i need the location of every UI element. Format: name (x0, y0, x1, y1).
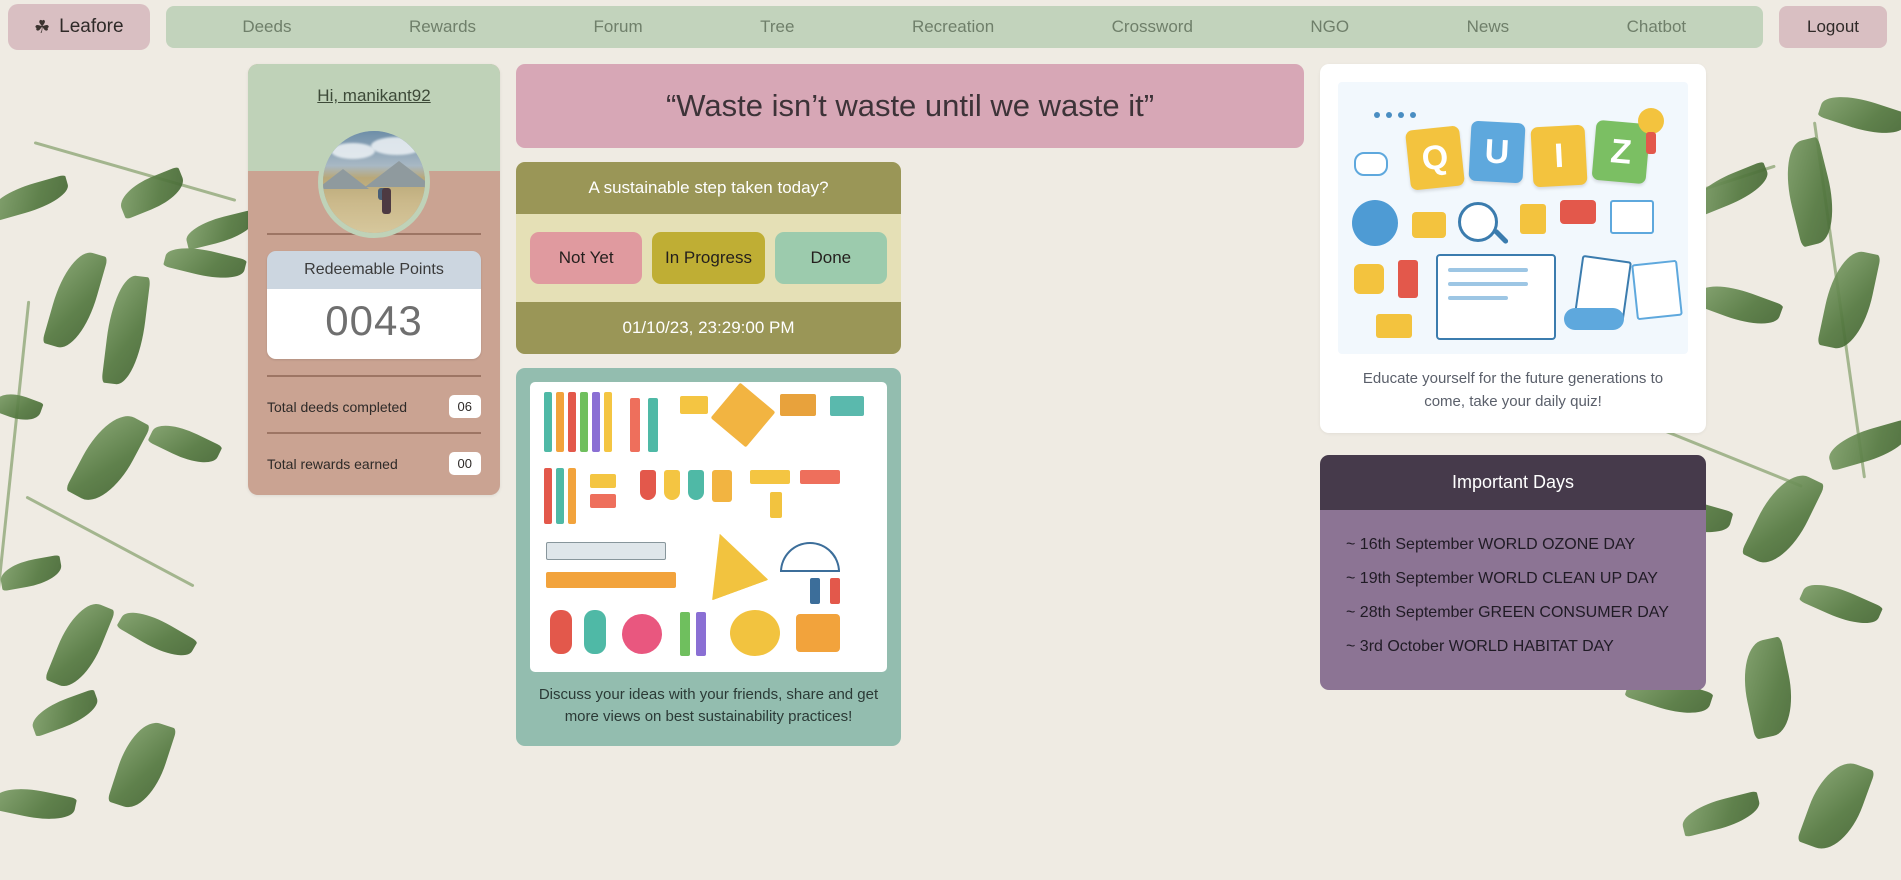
nav-item-rewards[interactable]: Rewards (409, 17, 476, 37)
important-days-list: ~ 16th September WORLD OZONE DAY ~ 19th … (1320, 510, 1706, 690)
nav-links-container: Deeds Rewards Forum Tree Recreation Cros… (165, 6, 1763, 48)
sustainable-step-card: A sustainable step taken today? Not Yet … (516, 162, 901, 354)
stat-label-rewards: Total rewards earned (267, 455, 398, 472)
nav-item-news[interactable]: News (1467, 17, 1510, 37)
quote-banner: “Waste isn’t waste until we waste it” (516, 64, 1304, 148)
redeemable-points-label: Redeemable Points (267, 251, 481, 289)
nav-item-crossword[interactable]: Crossword (1112, 17, 1193, 37)
leaf-icon: ☘ (34, 17, 51, 37)
forum-card[interactable]: Discuss your ideas with your friends, sh… (516, 368, 901, 746)
quiz-illustration: Q U I Z (1338, 82, 1688, 354)
important-days-card: Important Days ~ 16th September WORLD OZ… (1320, 455, 1706, 690)
quiz-tile-u: U (1468, 120, 1526, 184)
important-day-item: ~ 16th September WORLD OZONE DAY (1346, 536, 1636, 553)
profile-card: Hi, manikant92 Redeemable Points 0043 To… (248, 64, 500, 495)
quiz-tile-i: I (1530, 124, 1588, 188)
important-day-item: ~ 3rd October WORLD HABITAT DAY (1346, 638, 1614, 655)
stat-value-rewards: 00 (448, 452, 481, 475)
status-button-done[interactable]: Done (774, 232, 887, 284)
redeemable-points-value: 0043 (267, 289, 481, 359)
quiz-caption: Educate yourself for the future generati… (1362, 370, 1664, 410)
important-days-title: Important Days (1320, 455, 1706, 510)
forum-caption: Discuss your ideas with your friends, sh… (538, 686, 879, 725)
sustainable-step-buttons: Not Yet In Progress Done (516, 214, 901, 302)
important-day-item: ~ 28th September GREEN CONSUMER DAY (1346, 604, 1669, 621)
sustainable-step-timestamp: 01/10/23, 23:29:00 PM (516, 302, 901, 354)
center-column: “Waste isn’t waste until we waste it” A … (516, 64, 1304, 746)
quiz-tile-q: Q (1405, 125, 1465, 191)
profile-header: Hi, manikant92 (248, 64, 500, 238)
nav-item-recreation[interactable]: Recreation (912, 17, 994, 37)
status-button-not-yet[interactable]: Not Yet (530, 232, 643, 284)
main-content: Hi, manikant92 Redeemable Points 0043 To… (0, 54, 1901, 746)
stat-value-deeds: 06 (448, 395, 481, 418)
brand-logo-button[interactable]: ☘ Leafore (8, 4, 150, 50)
quote-text: “Waste isn’t waste until we waste it” (665, 88, 1155, 123)
divider-bottom (267, 432, 481, 434)
nav-item-tree[interactable]: Tree (760, 17, 794, 37)
stat-label-deeds: Total deeds completed (267, 398, 408, 415)
logout-button[interactable]: Logout (1779, 6, 1887, 48)
nav-item-forum[interactable]: Forum (594, 17, 643, 37)
profile-greeting[interactable]: Hi, manikant92 (317, 86, 430, 105)
sustainable-step-title: A sustainable step taken today? (516, 162, 901, 214)
stat-row-rewards: Total rewards earned 00 (267, 448, 481, 475)
redeemable-points-box: Redeemable Points 0043 (267, 251, 481, 359)
right-column: Q U I Z Educate yourself for the future … (1320, 64, 1706, 690)
stat-row-deeds: Total deeds completed 06 (267, 391, 481, 432)
nav-item-chatbot[interactable]: Chatbot (1627, 17, 1687, 37)
status-button-in-progress[interactable]: In Progress (652, 232, 765, 284)
avatar (318, 126, 430, 238)
important-day-item: ~ 19th September WORLD CLEAN UP DAY (1346, 570, 1658, 587)
brand-name: Leafore (59, 16, 124, 37)
top-navigation-bar: ☘ Leafore Deeds Rewards Forum Tree Recre… (0, 0, 1901, 54)
nav-item-deeds[interactable]: Deeds (242, 17, 291, 37)
forum-illustration (530, 382, 887, 672)
nav-item-ngo[interactable]: NGO (1310, 17, 1349, 37)
quiz-card[interactable]: Q U I Z Educate yourself for the future … (1320, 64, 1706, 433)
divider-middle (267, 375, 481, 377)
